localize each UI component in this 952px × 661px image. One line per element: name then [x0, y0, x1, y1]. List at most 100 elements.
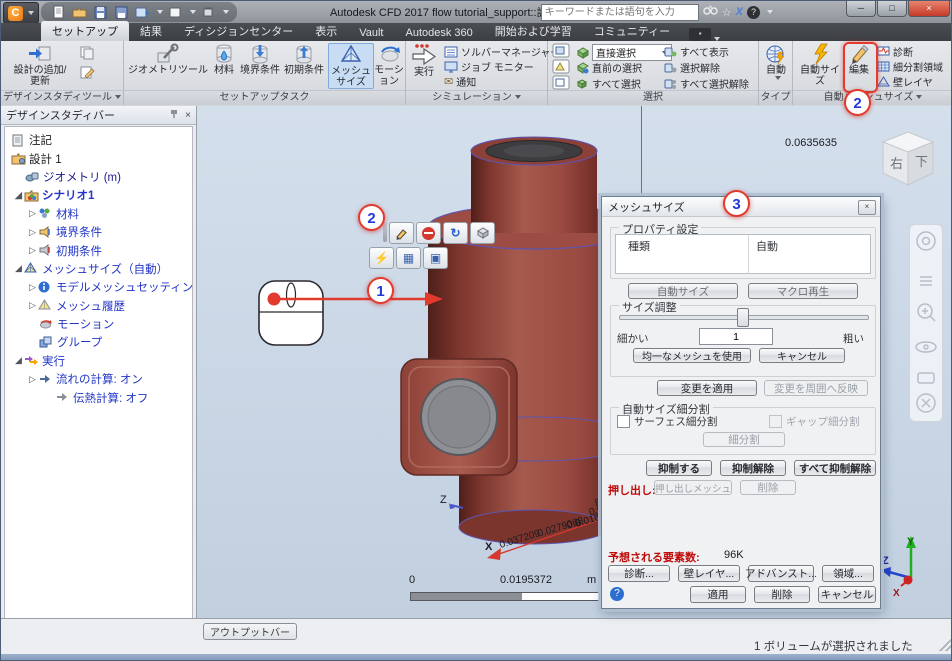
favorites-star-icon[interactable]: ☆ [722, 6, 732, 19]
steering-wheel-icon[interactable] [916, 231, 936, 251]
diagnostics-button[interactable]: 診断... [608, 565, 670, 582]
search-binoculars-icon[interactable] [703, 3, 718, 21]
pin-icon[interactable] [169, 108, 180, 122]
size-value-input[interactable] [699, 328, 773, 345]
tree-item-heat-calc[interactable]: 伝熱計算: オフ [5, 388, 192, 406]
tree-expanded-caret[interactable]: ◢ [13, 355, 24, 366]
tree-item-geometry[interactable]: ジオメトリ (m) [5, 168, 192, 186]
exchange-apps-icon[interactable]: X [736, 6, 743, 18]
materials-button[interactable]: 材料 [211, 43, 237, 76]
deselect-item[interactable]: 選択解除 [664, 60, 720, 75]
macro-replay-button[interactable]: マクロ再生 [748, 283, 858, 299]
wall-layer-item[interactable]: 壁レイヤ [877, 74, 933, 89]
pan-icon[interactable] [920, 276, 932, 286]
initial-conditions-button[interactable]: 初期条件 [283, 43, 325, 76]
add-update-design-button[interactable]: 設計の追加/更新 [9, 43, 71, 87]
stop-tool-button[interactable] [416, 222, 441, 244]
edit-tool-button[interactable] [389, 222, 414, 244]
cube-tool-button[interactable] [470, 222, 495, 244]
resize-grip[interactable] [939, 639, 951, 651]
view-cube[interactable]: 右 下 [877, 128, 939, 190]
tree-item-boundary[interactable]: ▷ 境界条件 [5, 223, 192, 241]
tree-item-groups[interactable]: グループ [5, 333, 192, 351]
slider-handle[interactable] [737, 308, 749, 327]
extrude-delete-button[interactable]: 削除 [740, 480, 796, 495]
dialog-delete-button[interactable]: 削除 [754, 586, 810, 603]
tab-autodesk360[interactable]: Autodesk 360 [395, 25, 484, 41]
tree-collapsed-caret[interactable]: ▷ [27, 282, 38, 293]
tab-view[interactable]: 表示 [304, 21, 348, 41]
dialog-close-icon[interactable]: × [858, 200, 876, 215]
group-label[interactable]: デザインスタディツール [1, 90, 123, 105]
output-bar-tab[interactable]: アウトプットバー [203, 623, 297, 640]
tree-collapsed-caret[interactable]: ▷ [27, 227, 38, 238]
previous-selection-item[interactable]: 直前の選択 [576, 60, 642, 75]
dialog-cancel-button[interactable]: キャンセル [818, 586, 876, 603]
chevron-down-icon[interactable] [767, 10, 773, 14]
extrude-mesh-button[interactable]: 押し出しメッシュ [654, 480, 732, 495]
mesh-size-dialog[interactable]: メッシュサイズ × プロパティ設定 種類 自動 自動サイズ マクロ再生 サイズ調… [601, 196, 881, 609]
surface-refine-checkbox[interactable]: サーフェス細分割 [617, 414, 717, 429]
region-button[interactable]: 領域... [822, 565, 874, 582]
diagnostics-item[interactable]: 診断 [877, 44, 913, 59]
solver-manager-item[interactable]: ソルバーマネージャー [444, 44, 560, 59]
advanced-button[interactable]: アドバンスト... [745, 565, 817, 582]
size-cancel-button[interactable]: キャンセル [759, 348, 845, 363]
look-at-icon[interactable] [917, 372, 935, 384]
tab-results[interactable]: 結果 [129, 21, 173, 41]
undo-tool-button[interactable]: ↻ [443, 222, 468, 244]
help-icon[interactable]: ? [747, 5, 760, 19]
mesh-size-button[interactable]: メッシュサイズ [328, 43, 374, 89]
unsuppress-button[interactable]: 抑制解除 [720, 460, 786, 476]
motion-button[interactable]: モーション [374, 43, 404, 87]
auto-size-dialog-button[interactable]: 自動サイズ [628, 283, 738, 299]
minimize-button[interactable]: ─ [846, 1, 876, 17]
run-button[interactable]: 実行 [409, 43, 439, 78]
toolbar-grip[interactable] [383, 222, 387, 242]
group-label[interactable]: シミュレーション [406, 90, 547, 105]
dialog-apply-button[interactable]: 適用 [690, 586, 746, 603]
tab-community[interactable]: コミュニティー [583, 21, 681, 41]
panel-close-icon[interactable]: × [185, 110, 191, 121]
orbit-icon[interactable] [915, 341, 937, 353]
tree-expanded-caret[interactable]: ◢ [13, 263, 24, 274]
tree-item-materials[interactable]: ▷ 材料 [5, 205, 192, 223]
select-all-item[interactable]: すべて選択 [576, 76, 641, 91]
direct-select-dropdown[interactable]: 直接選択 [592, 44, 672, 61]
search-input[interactable] [540, 3, 699, 21]
close-button[interactable]: × [908, 1, 950, 17]
grid-tool-button[interactable]: ▦ [396, 247, 421, 269]
auto-size-button[interactable]: 自動サイズ [797, 43, 843, 87]
refine-button[interactable]: 細分割 [703, 432, 785, 447]
tree-item-mesh-history[interactable]: ▷ メッシュ履歴 [5, 297, 192, 315]
screen-capture-icon[interactable]: ▪ [689, 28, 712, 41]
uniform-mesh-button[interactable]: 均一なメッシュを使用 [633, 348, 751, 363]
show-all-item[interactable]: すべて表示 [664, 44, 729, 59]
wall-layer-button[interactable]: 壁レイヤ... [678, 565, 740, 582]
refine-region-item[interactable]: 細分割領域 [877, 59, 943, 74]
viewcube-face-right[interactable]: 右 [890, 156, 903, 171]
tree-item-scenario1[interactable]: ◢ シナリオ1 [5, 186, 192, 204]
tree-item-flow-calc[interactable]: ▷ 流れの計算: オン [5, 370, 192, 388]
geometry-tools-button[interactable]: ジオメトリツール [128, 43, 208, 76]
tree-item-notes[interactable]: 注記 [5, 131, 192, 149]
tab-vault[interactable]: Vault [348, 25, 394, 41]
notification-item[interactable]: ✉ 通知 [444, 74, 476, 89]
tree-item-mesh-size[interactable]: ◢ メッシュサイズ（自動） [5, 260, 192, 278]
unsuppress-all-button[interactable]: すべて抑制解除 [794, 460, 876, 476]
deselect-all-item[interactable]: すべて選択解除 [664, 76, 749, 91]
tree-collapsed-caret[interactable]: ▷ [27, 208, 38, 219]
viewcube-face-down[interactable]: 下 [915, 154, 928, 169]
tree-item-initial[interactable]: ▷ 初期条件 [5, 241, 192, 259]
maximize-button[interactable]: □ [877, 1, 907, 17]
tree-item-model-mesh-settings[interactable]: ▷ モデルメッシュセッティング [5, 278, 192, 296]
dialog-help-icon[interactable]: ? [610, 587, 624, 601]
tab-decision-center[interactable]: ディシジョンセンター [173, 21, 304, 41]
tab-getting-started[interactable]: 開始および学習 [484, 21, 583, 41]
tree-item-run[interactable]: ◢ 実行 [5, 352, 192, 370]
tab-setup[interactable]: セットアップ [41, 21, 129, 41]
autosize-tool-button[interactable]: ⚡ [369, 247, 394, 269]
tree-collapsed-caret[interactable]: ▷ [27, 245, 38, 256]
edit-design-button[interactable] [79, 65, 95, 85]
tree-item-motion[interactable]: モーション [5, 315, 192, 333]
